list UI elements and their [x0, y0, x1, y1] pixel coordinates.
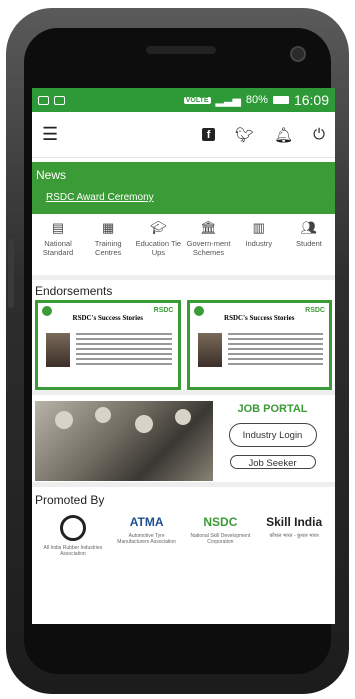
people-icon: 👥︎ — [300, 220, 318, 235]
logo-caption: Automotive Tyre Manufacturers Associatio… — [117, 533, 176, 545]
category-label: Industry — [245, 239, 273, 248]
building-icon: ▥ — [252, 220, 265, 235]
job-portal-title: JOB PORTAL — [237, 403, 308, 415]
partner-logo-skill-india[interactable]: Skill India कौशल भारत - कुशल भारत — [260, 515, 328, 539]
status-bar: VOLTE ▂▃▅ 80% 16:09 — [32, 88, 335, 112]
endorsements-title: Endorsements — [35, 284, 113, 298]
partner-logo-atma[interactable]: ATMA Automotive Tyre Manufacturers Assoc… — [113, 515, 181, 545]
image-notification-icon — [54, 95, 65, 105]
notification-icon — [38, 95, 49, 105]
category-national-standard[interactable]: ▤ National Standard — [34, 220, 82, 275]
bell-icon[interactable]: 🔔︎ — [274, 126, 293, 144]
category-label: Student — [296, 239, 322, 248]
category-row: ▤ National Standard ▦ Training Centres 🎓… — [32, 214, 335, 280]
news-headline-link[interactable]: RSDC Award Ceremony — [46, 192, 331, 203]
bank-icon: 🏛︎ — [200, 220, 217, 235]
category-industry[interactable]: ▥ Industry — [235, 220, 283, 275]
logo-caption: कौशल भारत - कुशल भारत — [269, 533, 319, 539]
category-label: Govern-ment Schemes — [186, 239, 231, 257]
category-training-centres[interactable]: ▦ Training Centres — [84, 220, 132, 275]
list-icon: ▦ — [102, 220, 115, 235]
card-logo: RSDC — [305, 307, 325, 314]
job-portal-section: JOB PORTAL Industry Login Job Seeker — [32, 395, 335, 487]
industry-login-button[interactable]: Industry Login — [228, 423, 317, 447]
card-text-block — [76, 333, 172, 368]
endorsement-card[interactable]: RSDC RSDC's Success Stories — [35, 300, 181, 390]
category-student[interactable]: 👥︎ Student — [285, 220, 333, 275]
student-photo — [46, 333, 70, 367]
category-government-schemes[interactable]: 🏛︎ Govern-ment Schemes — [185, 220, 233, 275]
battery-icon — [272, 96, 289, 104]
promoted-title: Promoted By — [35, 493, 105, 507]
hamburger-icon[interactable]: ☰ — [42, 124, 58, 145]
app-bar: ☰ f 🐦︎ 🔔︎ ⏻ — [32, 112, 335, 158]
power-icon[interactable]: ⏻ — [313, 126, 325, 143]
category-label: Education Tie Ups — [135, 239, 182, 257]
card-text-block — [227, 333, 323, 368]
endorsements-carousel: RSDC RSDC's Success Stories RSDC RSDC's … — [32, 300, 335, 395]
card-logo: RSDC — [153, 307, 174, 314]
signal-icon: ▂▃▅ — [215, 94, 241, 107]
logo-caption: National Skill Development Corporation — [190, 533, 251, 545]
category-label: National Standard — [42, 239, 74, 257]
logo-name: NSDC — [203, 515, 238, 529]
facebook-icon[interactable]: f — [202, 128, 216, 141]
student-photo — [197, 333, 222, 367]
camera-icon — [290, 46, 306, 62]
category-education-tie-ups[interactable]: 🎓︎ Education Tie Ups — [134, 220, 182, 275]
logo-name: ATMA — [129, 515, 164, 529]
emblem-icon — [193, 306, 204, 316]
logo-caption: All India Rubber Industries Association — [43, 545, 103, 557]
category-label: Training Centres — [94, 239, 122, 257]
logo-name: Skill India — [266, 515, 323, 529]
emblem-icon — [42, 306, 52, 316]
side-button — [8, 238, 14, 308]
news-title: News — [36, 168, 67, 182]
endorsement-card[interactable]: RSDC RSDC's Success Stories — [186, 300, 332, 390]
speaker-grill — [146, 46, 216, 54]
card-title: RSDC's Success Stories — [72, 314, 143, 322]
clock: 16:09 — [293, 92, 329, 108]
app-screen: VOLTE ▂▃▅ 80% 16:09 ☰ f 🐦︎ 🔔︎ ⏻ News RSD… — [32, 88, 335, 624]
battery-percent: 80% — [245, 94, 268, 106]
airia-emblem-icon — [59, 515, 86, 541]
volte-badge: VOLTE — [183, 96, 211, 104]
graduation-cap-icon: 🎓︎ — [150, 220, 167, 235]
news-section: News RSDC Award Ceremony — [32, 162, 335, 214]
partner-logo-airia[interactable]: All India Rubber Industries Association — [39, 515, 107, 557]
training-photo — [35, 401, 213, 481]
document-icon: ▤ — [51, 220, 65, 235]
partner-logos: All India Rubber Industries Association … — [32, 513, 335, 559]
card-title: RSDC's Success Stories — [224, 314, 295, 322]
job-seeker-button[interactable]: Job Seeker — [229, 455, 316, 469]
twitter-icon[interactable]: 🐦︎ — [235, 126, 254, 144]
partner-logo-nsdc[interactable]: NSDC National Skill Development Corporat… — [186, 515, 254, 545]
